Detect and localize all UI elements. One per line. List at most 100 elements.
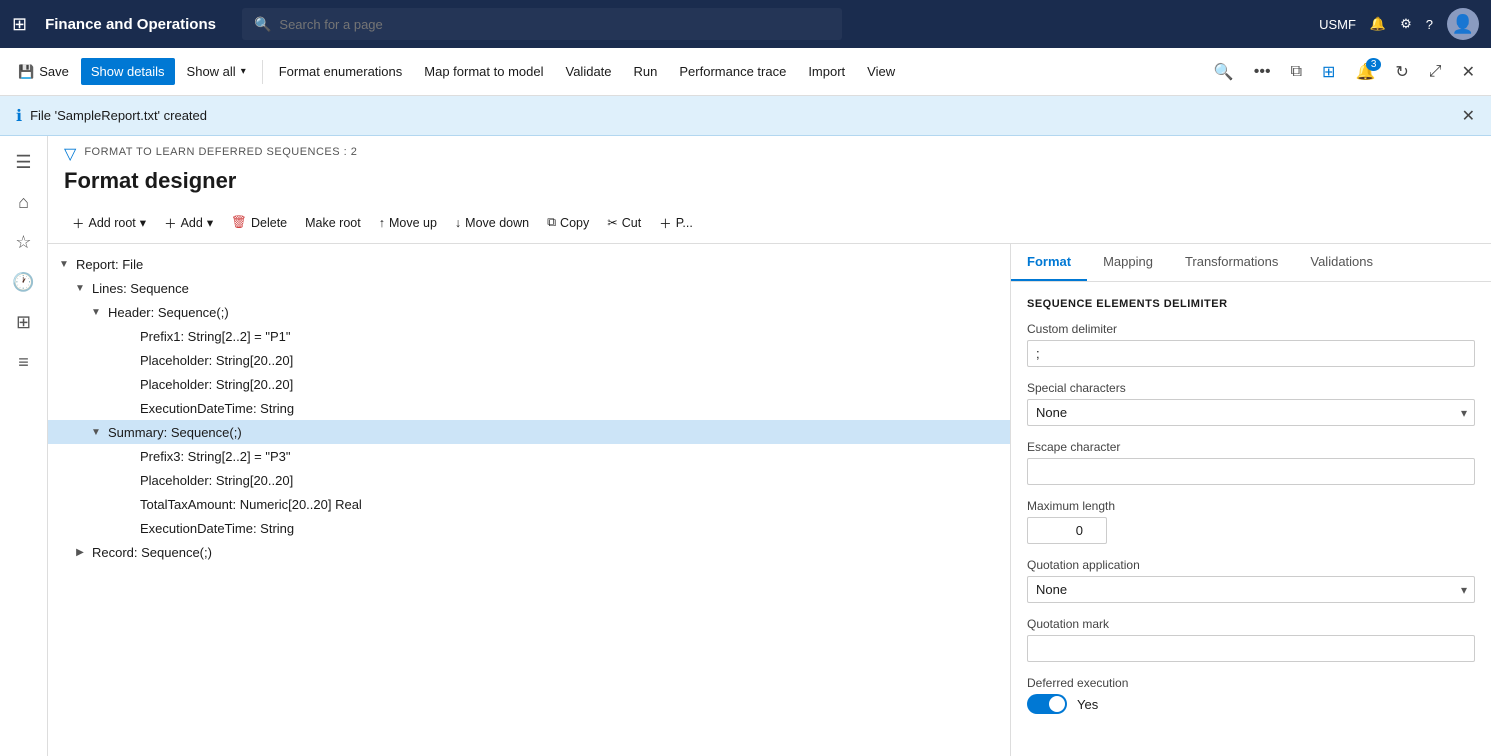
move-up-button[interactable]: ↑ Move up	[371, 211, 445, 235]
expand-lines[interactable]: ▼	[72, 280, 88, 296]
sidebar-star-icon[interactable]: ☆	[6, 224, 42, 260]
delete-button[interactable]: 🗑 Delete	[223, 210, 295, 235]
search-bar[interactable]: 🔍	[242, 8, 842, 40]
tree-item-report-file[interactable]: ▼ Report: File	[48, 252, 1010, 276]
tree-item-lines-sequence[interactable]: ▼ Lines: Sequence	[48, 276, 1010, 300]
tree-label-executiondatetime1: ExecutionDateTime: String	[140, 401, 294, 416]
tree-item-executiondatetime1[interactable]: ExecutionDateTime: String	[48, 396, 1010, 420]
connections-icon[interactable]: ⧉	[1283, 57, 1310, 87]
tree-panel: ▼ Report: File ▼ Lines: Sequence ▼ Heade…	[48, 244, 1011, 756]
tree-item-record-sequence[interactable]: ▶ Record: Sequence(;)	[48, 540, 1010, 564]
view-button[interactable]: View	[857, 58, 905, 85]
show-all-button[interactable]: Show all ▾	[177, 58, 256, 85]
office-icon[interactable]: ⊞	[1314, 56, 1343, 88]
cut-button[interactable]: ✂ Cut	[599, 210, 649, 235]
expand-header[interactable]: ▼	[88, 304, 104, 320]
move-down-button[interactable]: ↓ Move down	[447, 211, 537, 235]
sidebar-workspace-icon[interactable]: ⊞	[6, 304, 42, 340]
tree-item-prefix3[interactable]: Prefix3: String[2..2] = "P3"	[48, 444, 1010, 468]
toolbar-icons: 🔍 ••• ⧉ ⊞ 3 🔔 ↻ ⤢ ✕	[1206, 56, 1483, 88]
sidebar-recent-icon[interactable]: 🕐	[6, 264, 42, 300]
expand-summary[interactable]: ▼	[88, 424, 104, 440]
sidebar-home-icon[interactable]: ⌂	[6, 184, 42, 220]
move-down-label: Move down	[465, 216, 529, 230]
filter-icon[interactable]: ▽	[64, 144, 76, 164]
escape-character-input[interactable]	[1027, 458, 1475, 485]
sidebar-list-icon[interactable]: ≡	[6, 344, 42, 380]
tree-item-prefix1[interactable]: Prefix1: String[2..2] = "P1"	[48, 324, 1010, 348]
quotation-mark-input[interactable]	[1027, 635, 1475, 662]
right-tabs: Format Mapping Transformations Validatio…	[1011, 244, 1491, 282]
search-icon: 🔍	[254, 16, 271, 33]
validate-label: Validate	[566, 64, 612, 79]
special-characters-select[interactable]: None CR LF CRLF Tab	[1027, 399, 1475, 426]
info-icon: ℹ	[16, 106, 22, 126]
tree-item-totaltaxamount[interactable]: TotalTaxAmount: Numeric[20..20] Real	[48, 492, 1010, 516]
escape-character-label: Escape character	[1027, 440, 1475, 454]
field-quotation-mark: Quotation mark	[1027, 617, 1475, 662]
validate-button[interactable]: Validate	[556, 58, 622, 85]
map-format-button[interactable]: Map format to model	[414, 58, 553, 85]
custom-delimiter-label: Custom delimiter	[1027, 322, 1475, 336]
section-title: SEQUENCE ELEMENTS DELIMITER	[1027, 298, 1475, 310]
expand-report[interactable]: ▼	[56, 256, 72, 272]
tree-label-placeholder3: Placeholder: String[20..20]	[140, 473, 293, 488]
expand-totaltax	[120, 496, 136, 512]
avatar[interactable]: 👤	[1447, 8, 1479, 40]
tree-item-header-sequence[interactable]: ▼ Header: Sequence(;)	[48, 300, 1010, 324]
top-nav: ⊞ Finance and Operations 🔍 USMF 🔔 ⚙ ? 👤	[0, 0, 1491, 48]
grid-icon[interactable]: ⊞	[12, 14, 27, 35]
tab-validations[interactable]: Validations	[1294, 244, 1389, 281]
copy-button[interactable]: ⧉ Copy	[539, 210, 597, 235]
badge-icon[interactable]: 3 🔔	[1347, 56, 1383, 88]
search-toolbar-icon[interactable]: 🔍	[1206, 56, 1242, 88]
delete-icon: 🗑	[231, 215, 247, 230]
import-button[interactable]: Import	[798, 58, 855, 85]
format-enumerations-button[interactable]: Format enumerations	[269, 58, 413, 85]
cut-icon: ✂	[607, 215, 617, 230]
notification-icon[interactable]: 🔔	[1370, 16, 1386, 32]
tree-item-placeholder2[interactable]: Placeholder: String[20..20]	[48, 372, 1010, 396]
paste-button[interactable]: ＋ P...	[651, 208, 701, 237]
help-icon[interactable]: ?	[1426, 17, 1433, 32]
field-deferred-execution: Deferred execution Yes	[1027, 676, 1475, 714]
add-button[interactable]: ＋ Add ▾	[156, 208, 221, 237]
show-details-button[interactable]: Show details	[81, 58, 175, 85]
add-root-button[interactable]: ＋ Add root ▾	[64, 208, 154, 237]
custom-delimiter-input[interactable]	[1027, 340, 1475, 367]
field-maximum-length: Maximum length	[1027, 499, 1475, 544]
tab-transformations[interactable]: Transformations	[1169, 244, 1294, 281]
maximum-length-input[interactable]	[1027, 517, 1107, 544]
save-icon: 💾	[18, 64, 34, 80]
tree-label-executiondatetime2: ExecutionDateTime: String	[140, 521, 294, 536]
tree-item-executiondatetime2[interactable]: ExecutionDateTime: String	[48, 516, 1010, 540]
settings-icon[interactable]: ⚙	[1400, 16, 1412, 32]
paste-icon: ＋	[659, 213, 672, 232]
run-button[interactable]: Run	[624, 58, 668, 85]
open-new-icon[interactable]: ⤢	[1421, 57, 1450, 87]
expand-prefix1	[120, 328, 136, 344]
info-close-button[interactable]: ✕	[1462, 106, 1475, 126]
quotation-application-select[interactable]: None All Strings only	[1027, 576, 1475, 603]
refresh-icon[interactable]: ↻	[1387, 56, 1416, 88]
tab-format[interactable]: Format	[1011, 244, 1087, 281]
close-toolbar-icon[interactable]: ✕	[1454, 56, 1483, 88]
deferred-execution-toggle[interactable]	[1027, 694, 1067, 714]
sidebar-menu-icon[interactable]: ☰	[6, 144, 42, 180]
make-root-button[interactable]: Make root	[297, 211, 369, 235]
search-input[interactable]	[279, 17, 830, 32]
expand-record[interactable]: ▶	[72, 544, 88, 560]
tab-mapping[interactable]: Mapping	[1087, 244, 1169, 281]
more-options-icon[interactable]: •••	[1246, 57, 1279, 87]
separator-1	[262, 60, 263, 84]
save-button[interactable]: 💾 Save	[8, 58, 79, 86]
performance-trace-button[interactable]: Performance trace	[669, 58, 796, 85]
tree-item-placeholder3[interactable]: Placeholder: String[20..20]	[48, 468, 1010, 492]
copy-icon: ⧉	[547, 215, 556, 230]
app-title: Finance and Operations	[45, 16, 216, 33]
move-down-icon: ↓	[455, 216, 461, 230]
tree-item-summary-sequence[interactable]: ▼ Summary: Sequence(;)	[48, 420, 1010, 444]
tree-item-placeholder1[interactable]: Placeholder: String[20..20]	[48, 348, 1010, 372]
maximum-length-label: Maximum length	[1027, 499, 1475, 513]
expand-placeholder3	[120, 472, 136, 488]
